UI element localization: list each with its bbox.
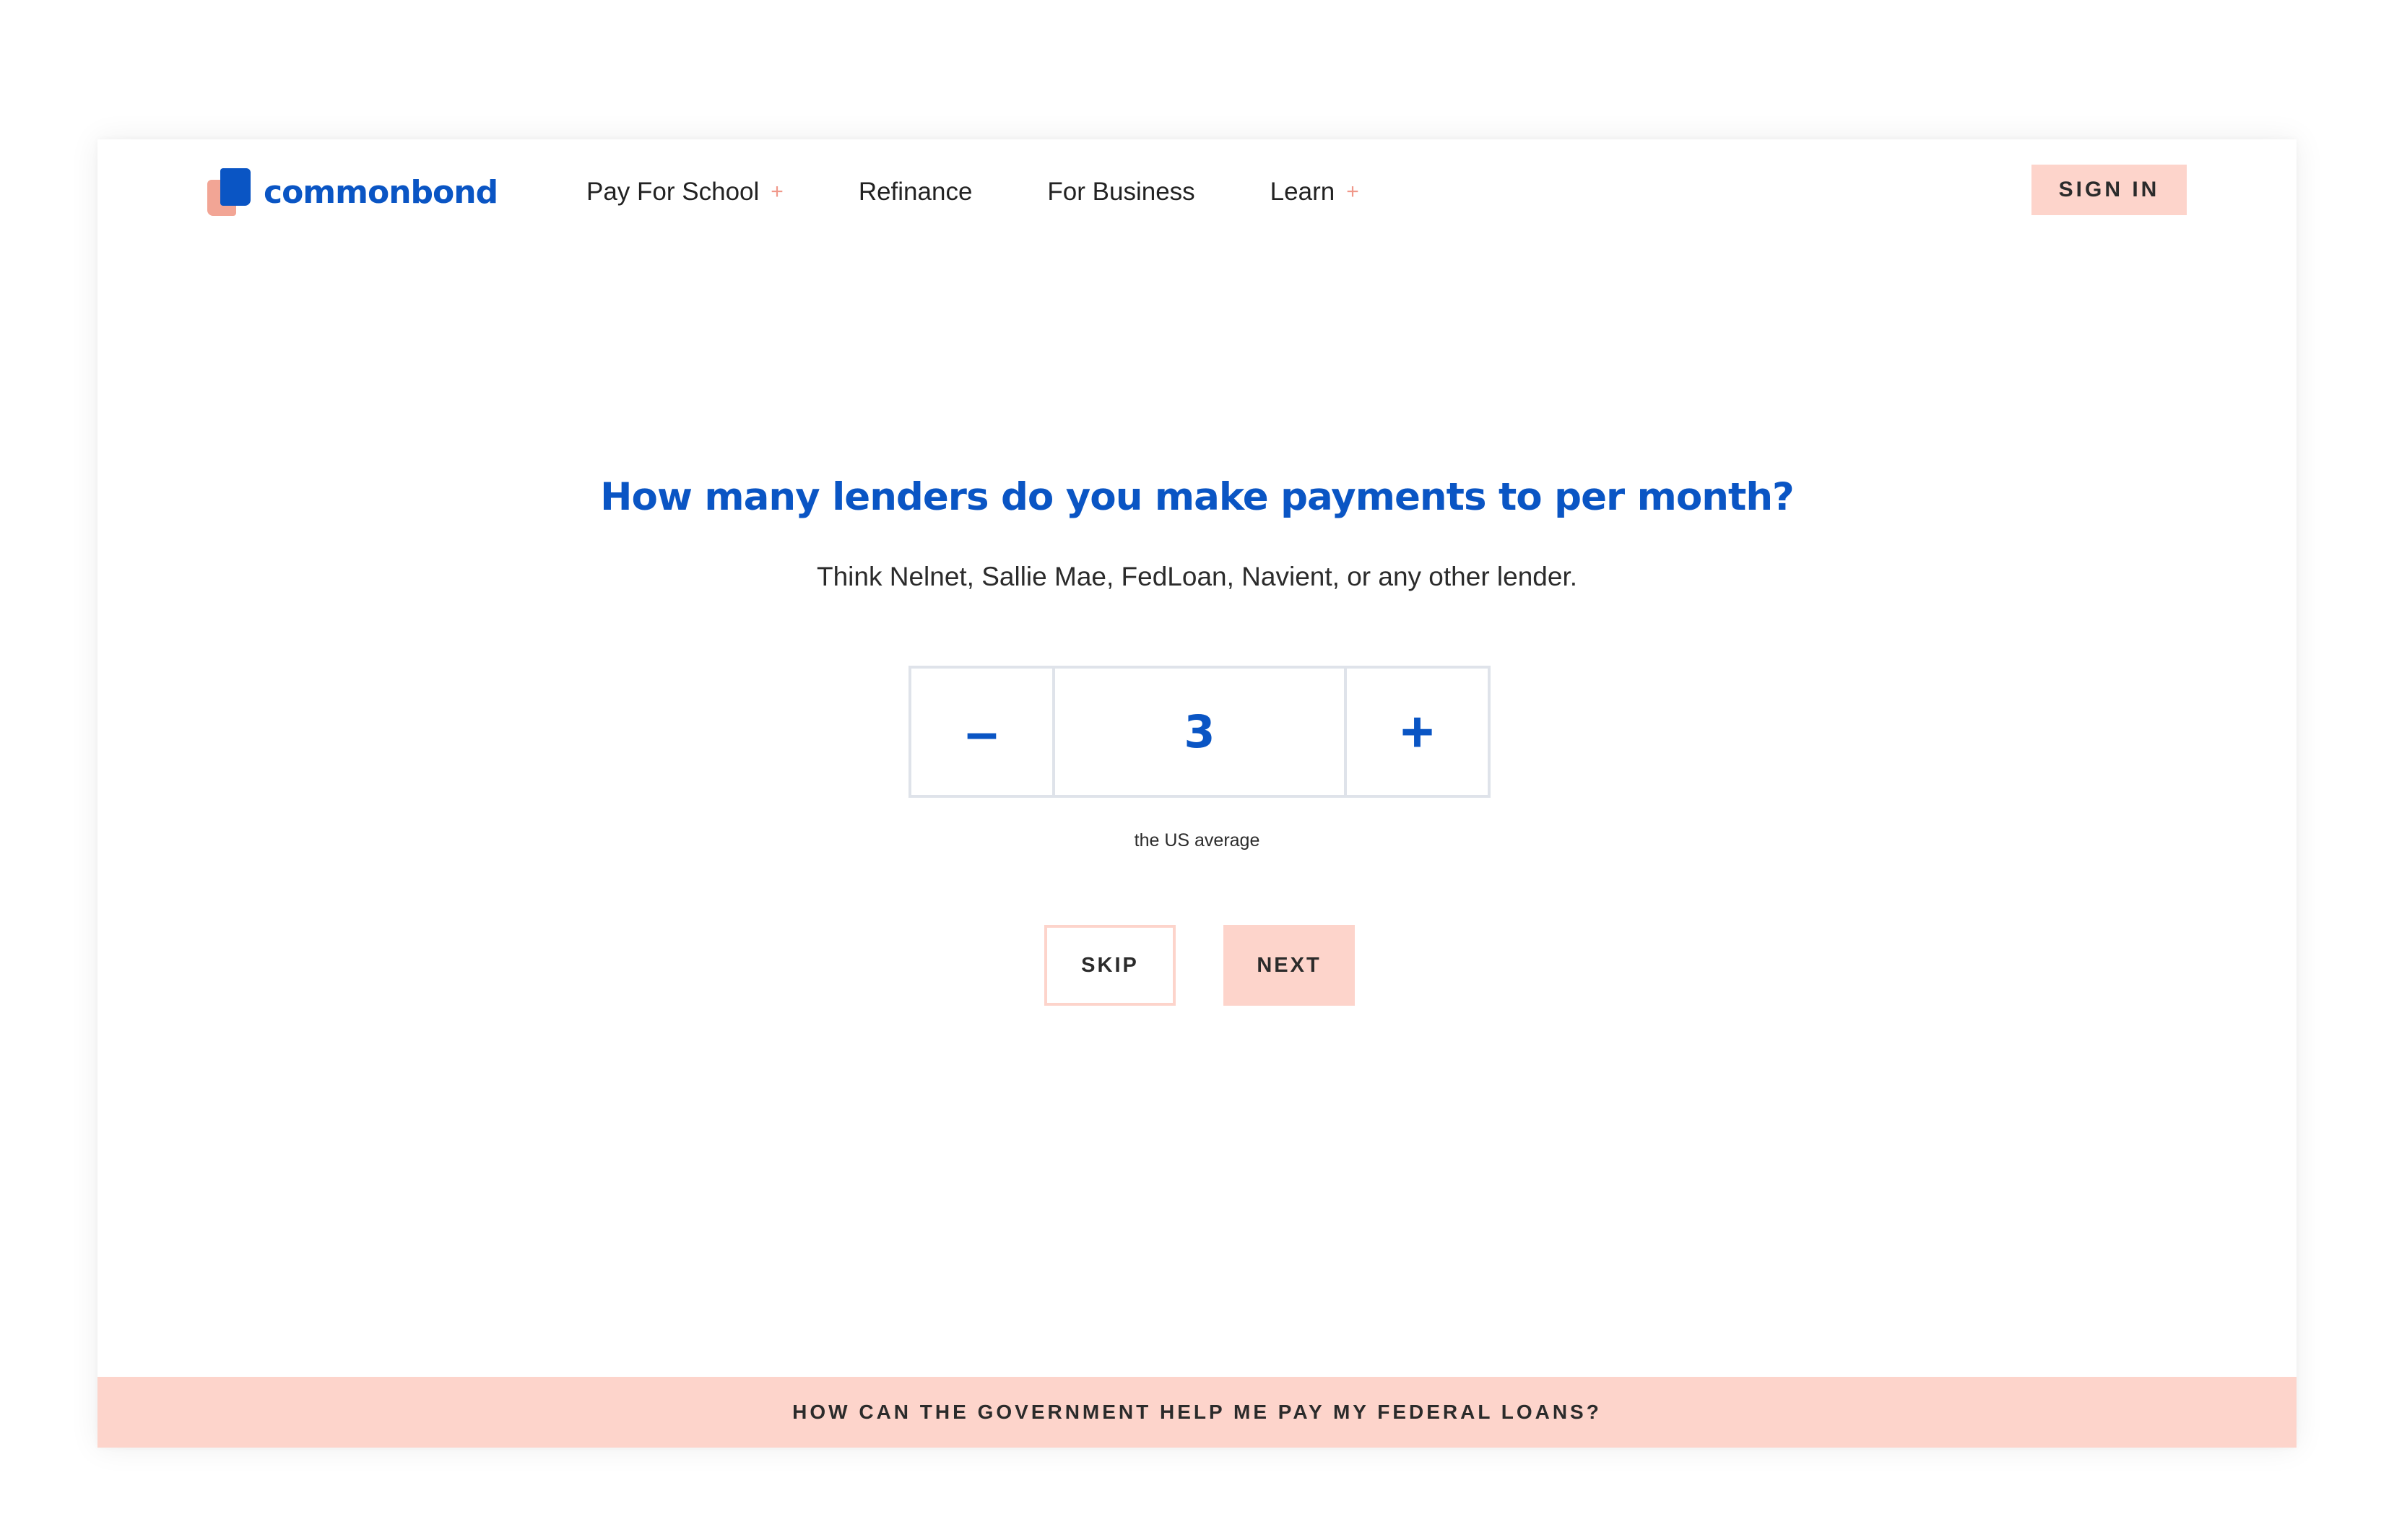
sign-in-button[interactable]: SIGN IN	[2031, 165, 2187, 215]
question-title: How many lenders do you make payments to…	[600, 475, 1795, 519]
main-nav: Pay For School + Refinance For Business …	[586, 174, 1434, 210]
form-actions: SKIP NEXT	[1044, 925, 1355, 1006]
federal-loans-banner[interactable]: HOW CAN THE GOVERNMENT HELP ME PAY MY FE…	[97, 1377, 2297, 1448]
logo-text: commonbond	[264, 173, 498, 211]
skip-button[interactable]: SKIP	[1044, 925, 1176, 1006]
nav-item-refinance[interactable]: Refinance	[859, 178, 973, 206]
lender-count-stepper: – 3 +	[908, 666, 1491, 798]
header: commonbond Pay For School + Refinance Fo…	[97, 139, 2297, 240]
nav-item-pay-for-school[interactable]: Pay For School +	[586, 178, 784, 206]
nav-item-label: Refinance	[858, 178, 973, 206]
decrement-button[interactable]: –	[911, 669, 1055, 795]
increment-button[interactable]: +	[1344, 669, 1488, 795]
logo[interactable]: commonbond	[207, 167, 498, 217]
nav-item-label: Pay For School	[586, 178, 760, 206]
nav-item-for-business[interactable]: For Business	[1047, 178, 1194, 206]
logo-mark-icon	[207, 168, 252, 216]
logo-mark-front	[220, 168, 251, 206]
lender-count-value[interactable]: 3	[1055, 669, 1344, 795]
minus-icon: –	[966, 699, 998, 764]
page-frame: commonbond Pay For School + Refinance Fo…	[97, 139, 2297, 1448]
next-button[interactable]: NEXT	[1223, 925, 1355, 1006]
nav-item-label: Learn	[1270, 178, 1335, 206]
plus-icon: +	[1400, 699, 1434, 764]
plus-icon: +	[771, 180, 784, 204]
stepper-hint: the US average	[1134, 830, 1260, 851]
plus-icon: +	[1346, 180, 1359, 204]
question-subtitle: Think Nelnet, Sallie Mae, FedLoan, Navie…	[816, 562, 1578, 591]
nav-item-label: For Business	[1047, 178, 1195, 206]
nav-item-learn[interactable]: Learn +	[1270, 178, 1359, 206]
